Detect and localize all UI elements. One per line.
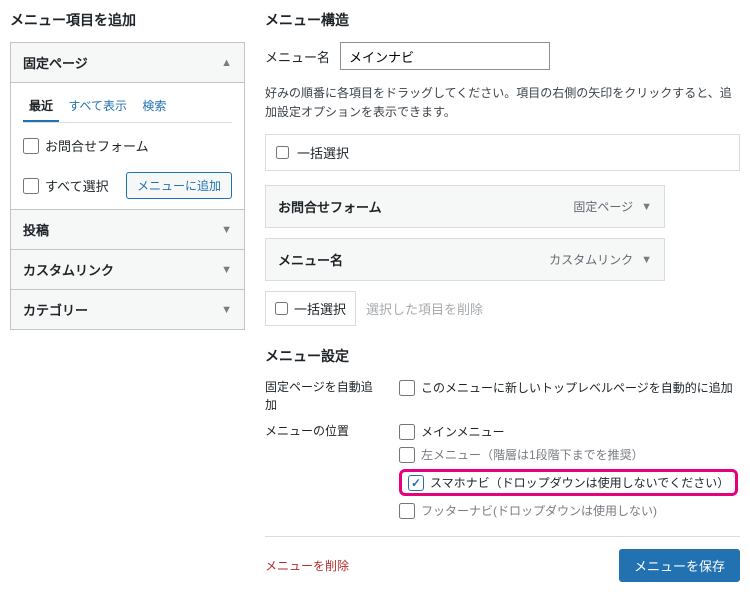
location-left-menu[interactable]: 左メニュー（階層は1段階下までを推奨） — [399, 443, 740, 466]
location-footer-nav[interactable]: フッターナビ(ドロップダウンは使用しない) — [399, 499, 740, 522]
select-all-checkbox[interactable] — [23, 178, 39, 194]
categories-title: カテゴリー — [23, 300, 88, 319]
tab-search[interactable]: 検索 — [136, 93, 172, 120]
add-items-heading: メニュー項目を追加 — [10, 10, 245, 30]
bulk-select-bottom-label: 一括選択 — [294, 299, 346, 318]
tab-all[interactable]: すべて表示 — [62, 93, 133, 120]
tab-recent[interactable]: 最近 — [23, 93, 59, 122]
posts-accordion-header[interactable]: 投稿 ▼ — [11, 210, 244, 249]
bulk-select-bottom-checkbox[interactable] — [275, 302, 288, 315]
chevron-up-icon: ▲ — [221, 57, 232, 69]
auto-add-checkbox[interactable] — [399, 380, 415, 396]
chevron-down-icon[interactable]: ▼ — [641, 201, 652, 213]
menu-item-type: 固定ページ — [573, 198, 633, 215]
menu-item-type: カスタムリンク — [549, 251, 633, 268]
chevron-down-icon: ▼ — [221, 264, 232, 276]
select-all-pages[interactable]: すべて選択 — [23, 173, 109, 198]
menu-item-title: お問合せフォーム — [278, 197, 382, 216]
save-menu-button[interactable]: メニューを保存 — [619, 549, 740, 582]
pages-title: 固定ページ — [23, 53, 88, 72]
location-text: メインメニュー — [421, 423, 505, 440]
location-text: スマホナビ（ドロップダウンは使用しないでください） — [430, 474, 729, 491]
menu-item[interactable]: メニュー名 カスタムリンク ▼ — [265, 238, 665, 281]
location-text: フッターナビ(ドロップダウンは使用しない) — [421, 502, 657, 519]
location-checkbox[interactable] — [399, 503, 415, 519]
posts-title: 投稿 — [23, 220, 49, 239]
page-item-checkbox[interactable] — [23, 138, 39, 154]
menu-name-input[interactable] — [340, 42, 550, 70]
location-main-menu[interactable]: メインメニュー — [399, 420, 740, 443]
menu-item-title: メニュー名 — [278, 250, 343, 269]
location-checkbox[interactable] — [399, 447, 415, 463]
page-item-contact[interactable]: お問合せフォーム — [23, 133, 232, 158]
auto-add-option[interactable]: このメニューに新しいトップレベルページを自動的に追加 — [399, 376, 740, 399]
location-checkbox-checked[interactable]: ✓ — [408, 475, 424, 491]
auto-add-text: このメニューに新しいトップレベルページを自動的に追加 — [421, 379, 733, 396]
menu-item[interactable]: お問合せフォーム 固定ページ ▼ — [265, 185, 665, 228]
categories-accordion-header[interactable]: カテゴリー ▼ — [11, 290, 244, 329]
delete-menu-link[interactable]: メニューを削除 — [265, 557, 349, 574]
add-to-menu-button[interactable]: メニューに追加 — [126, 172, 232, 199]
location-text: 左メニュー（階層は1段階下までを推奨） — [421, 446, 644, 463]
drag-help-text: 好みの順番に各項目をドラッグしてください。項目の右側の矢印をクリックすると、追加… — [265, 84, 740, 122]
location-checkbox[interactable] — [399, 424, 415, 440]
menu-settings-heading: メニュー設定 — [265, 346, 740, 366]
menu-name-label: メニュー名 — [265, 47, 330, 66]
bulk-select-top-checkbox[interactable] — [276, 146, 289, 159]
chevron-down-icon: ▼ — [221, 224, 232, 236]
auto-add-label: 固定ページを自動追加 — [265, 376, 383, 414]
menu-structure-heading: メニュー構造 — [265, 10, 740, 30]
chevron-down-icon: ▼ — [221, 304, 232, 316]
menu-location-label: メニューの位置 — [265, 420, 383, 440]
remove-selected-link[interactable]: 選択した項目を削除 — [366, 299, 483, 318]
select-all-label: すべて選択 — [45, 176, 109, 195]
location-smartphone-highlight: ✓ スマホナビ（ドロップダウンは使用しないでください） — [399, 469, 738, 496]
pages-accordion-header[interactable]: 固定ページ ▲ — [11, 43, 244, 83]
bulk-select-top-label: 一括選択 — [297, 143, 349, 162]
custom-links-accordion-header[interactable]: カスタムリンク ▼ — [11, 250, 244, 289]
page-item-label: お問合せフォーム — [45, 136, 149, 155]
custom-links-title: カスタムリンク — [23, 260, 114, 279]
chevron-down-icon[interactable]: ▼ — [641, 254, 652, 266]
